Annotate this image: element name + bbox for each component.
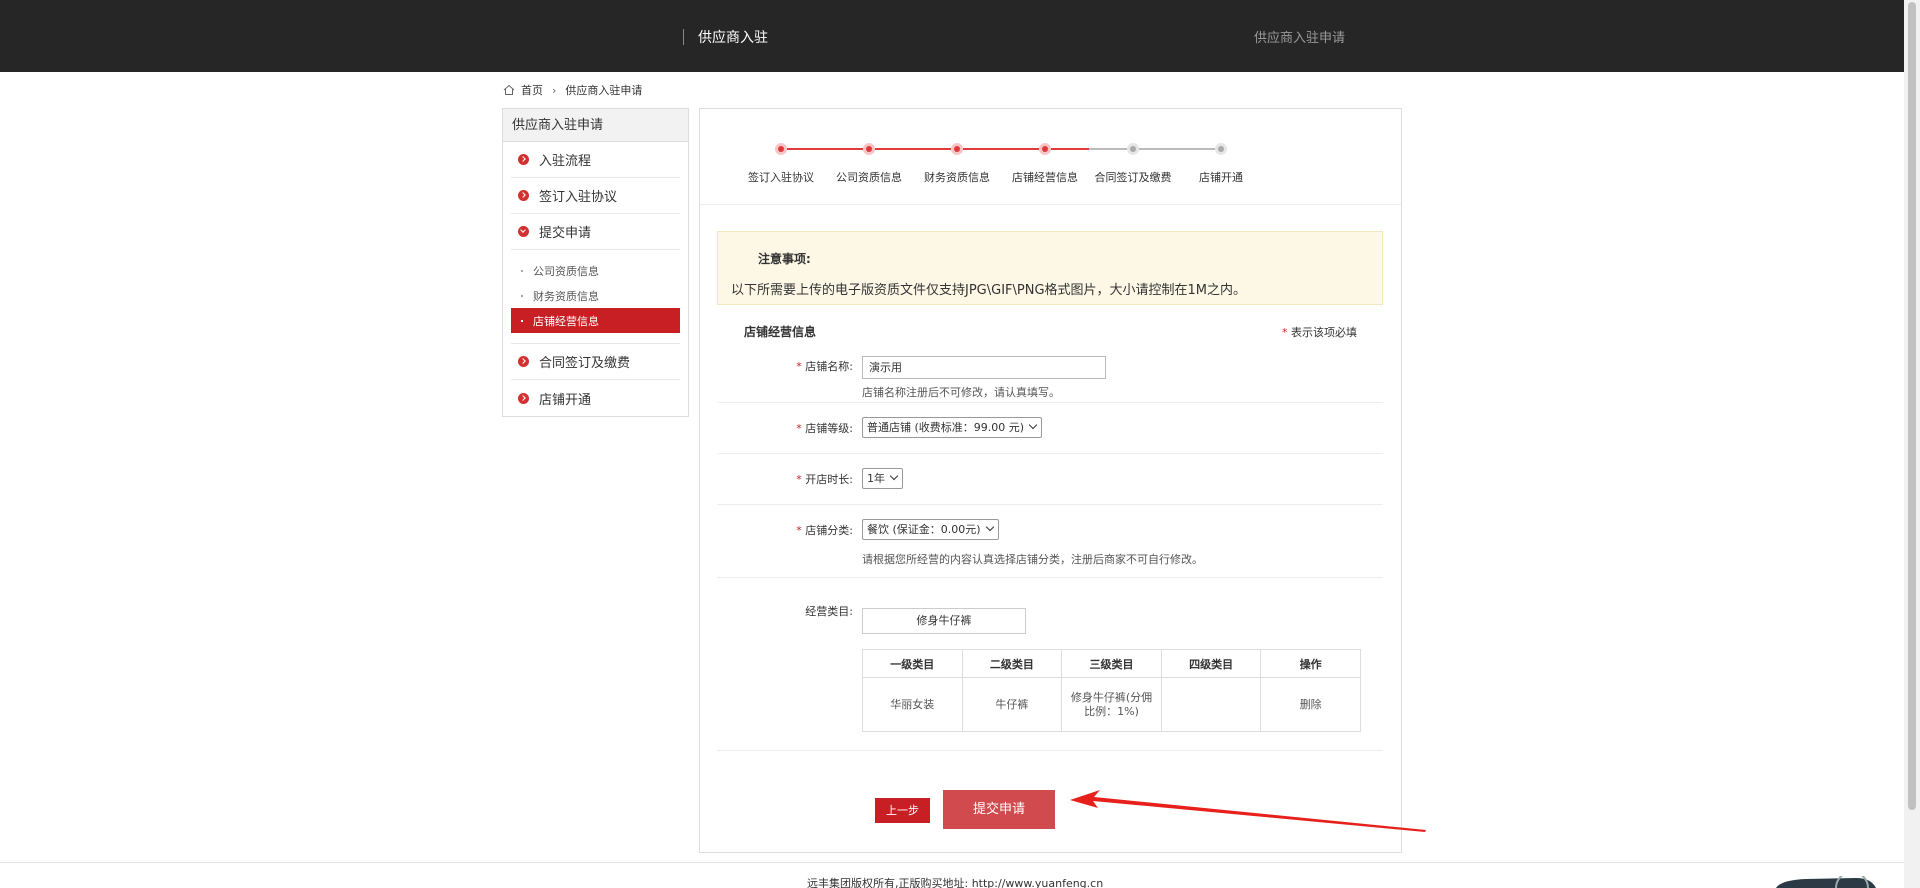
notice-title: 注意事项: (758, 252, 811, 266)
category-table: 一级类目 二级类目 三级类目 四级类目 操作 华丽女装 牛仔裤 修身牛仔裤(分佣… (862, 649, 1361, 732)
table-row: 华丽女装 牛仔裤 修身牛仔裤(分佣比例：1%) 删除 (862, 677, 1361, 732)
sidebar-item-label: 入驻流程 (539, 154, 592, 169)
table-cell: 牛仔裤 (961, 677, 1063, 732)
breadcrumb: 首页 › 供应商入驻申请 (503, 82, 642, 98)
notice-message: 以下所需要上传的电子版资质文件仅支持JPG\GIF\PNG格式图片，大小请控制在… (731, 283, 1247, 298)
header-title: 供应商入驻 (698, 30, 768, 46)
table-header-row: 一级类目 二级类目 三级类目 四级类目 操作 (862, 649, 1361, 678)
chevron-right-icon (518, 392, 529, 404)
vertical-scrollbar[interactable] (1904, 0, 1920, 888)
step-connector-line (963, 148, 1039, 150)
shop-category-label: * 店铺分类: (796, 524, 853, 537)
top-header-bar: 供应商入驻 供应商入驻申请 (0, 0, 1904, 72)
shop-name-hint: 店铺名称注册后不可修改，请认真填写。 (862, 386, 1060, 399)
chevron-down-icon (985, 522, 994, 532)
sidebar-subitem-finance-info[interactable]: 财务资质信息 (511, 283, 680, 308)
sidebar-item-label: 提交申请 (539, 226, 592, 241)
duration-select[interactable]: 1年 (862, 468, 903, 489)
step-node-icon (775, 143, 787, 155)
chevron-down-icon (518, 226, 529, 237)
sidebar-subitem-label: 公司资质信息 (533, 264, 599, 278)
footer-copyright: 远丰集团版权所有,正版购买地址: http://www.yuanfeng.cn (807, 877, 1104, 888)
sidebar-item-contract[interactable]: 合同签订及缴费 (511, 344, 680, 380)
shop-name-label: * 店铺名称: (796, 360, 853, 373)
chevron-right-icon: › (552, 83, 557, 97)
sidebar-item-submit-application[interactable]: 提交申请 (511, 214, 680, 250)
shop-name-input[interactable]: 演示用 (862, 356, 1106, 379)
required-note-text: 表示该项必填 (1291, 326, 1357, 339)
table-cell (1160, 677, 1262, 732)
header-divider (683, 29, 684, 45)
chevron-right-icon (518, 190, 529, 201)
step-connector-line (1051, 148, 1127, 150)
chevron-down-icon (1028, 420, 1038, 430)
step-connector-line (787, 148, 863, 150)
progress-steps: 签订入驻协议 公司资质信息 财务资质信息 店铺经营信息 合同签订及缴费 店铺开通 (700, 109, 1401, 205)
table-header-cell: 三级类目 (1061, 649, 1162, 678)
form-row-duration: * 开店时长: 1年 (717, 454, 1383, 505)
sidebar-subitem-shop-info[interactable]: 店铺经营信息 (511, 308, 680, 333)
required-mark: * (1282, 326, 1288, 339)
step-node-icon (1127, 143, 1139, 155)
table-header-cell: 一级类目 (862, 649, 963, 678)
table-header-cell: 操作 (1260, 649, 1361, 678)
shop-level-select[interactable]: 普通店铺 (收费标准：99.00 元) (862, 417, 1043, 438)
footer: 远丰集团版权所有,正版购买地址: http://www.yuanfeng.cn (0, 862, 1904, 888)
shop-category-select[interactable]: 餐饮 (保证金：0.00元) (862, 519, 999, 540)
step-node-icon (863, 143, 875, 155)
sidebar-item-label: 店铺开通 (539, 392, 592, 408)
shop-category-hint: 请根据您所经营的内容认真选择店铺分类，注册后商家不可自行修改。 (862, 553, 1203, 566)
breadcrumb-current: 供应商入驻申请 (565, 84, 643, 97)
sidebar-subitem-company-info[interactable]: 公司资质信息 (511, 258, 680, 283)
form-row-shop-name: * 店铺名称: 演示用 店铺名称注册后不可修改，请认真填写。 (717, 348, 1383, 403)
home-icon (503, 84, 515, 95)
chevron-right-icon (518, 154, 529, 165)
step-connector-line (875, 148, 951, 150)
section-title: 店铺经营信息 (744, 325, 817, 339)
duration-label: * 开店时长: (796, 473, 853, 486)
sidebar-item-shop-open[interactable]: 店铺开通 (511, 380, 680, 416)
sidebar-subitem-label: 店铺经营信息 (533, 314, 599, 328)
table-cell: 修身牛仔裤(分佣比例：1%) (1061, 677, 1162, 732)
delete-link[interactable]: 删除 (1260, 677, 1361, 732)
floating-widget[interactable] (1776, 876, 1876, 888)
submit-application-button[interactable]: 提交申请 (943, 790, 1055, 829)
sidebar-item-label: 合同签订及缴费 (539, 356, 631, 371)
business-category-button[interactable]: 修身牛仔裤 (862, 608, 1026, 634)
bullet-icon (521, 269, 523, 272)
step-node-icon (1215, 143, 1227, 155)
sidebar-item-process[interactable]: 入驻流程 (511, 142, 680, 178)
shop-level-label: * 店铺等级: (796, 422, 853, 435)
sidebar-item-agreement[interactable]: 签订入驻协议 (511, 178, 680, 214)
table-header-cell: 四级类目 (1160, 649, 1262, 678)
bullet-icon (521, 294, 523, 297)
business-category-label: 经营类目: (805, 605, 853, 618)
scrollbar-thumb[interactable] (1908, 2, 1916, 810)
form-row-shop-level: * 店铺等级: 普通店铺 (收费标准：99.00 元) (717, 403, 1383, 454)
notice-box: 注意事项: 以下所需要上传的电子版资质文件仅支持JPG\GIF\PNG格式图片，… (717, 231, 1383, 305)
table-header-cell: 二级类目 (961, 649, 1063, 678)
prev-step-button[interactable]: 上一步 (875, 798, 930, 823)
step-connector-line (1139, 148, 1215, 150)
table-cell: 华丽女装 (862, 677, 963, 732)
annotation-arrow-icon (1070, 790, 1426, 832)
required-note: * 表示该项必填 (1282, 324, 1357, 340)
main-panel: 签订入驻协议 公司资质信息 财务资质信息 店铺经营信息 合同签订及缴费 店铺开通 注意事项… (699, 108, 1402, 853)
sidebar: 供应商入驻申请 入驻流程 签订入驻协议 提交申请 公司资质信息 财务资质信息 店… (502, 108, 689, 417)
step-node-icon (951, 143, 963, 155)
breadcrumb-home-link[interactable]: 首页 (521, 82, 543, 98)
bullet-icon (521, 319, 523, 322)
header-right-link[interactable]: 供应商入驻申请 (1254, 27, 1345, 46)
sidebar-title: 供应商入驻申请 (503, 109, 688, 142)
form-row-shop-category: * 店铺分类: 餐饮 (保证金：0.00元) 请根据您所经营的内容认真选择店铺分… (717, 505, 1383, 578)
chevron-right-icon (518, 356, 529, 367)
chevron-down-icon (889, 471, 899, 481)
step-node-icon (1039, 143, 1051, 155)
sidebar-subitem-label: 财务资质信息 (533, 289, 599, 303)
step-label: 店铺开通 (1199, 171, 1243, 184)
sidebar-item-label: 签订入驻协议 (539, 190, 618, 205)
